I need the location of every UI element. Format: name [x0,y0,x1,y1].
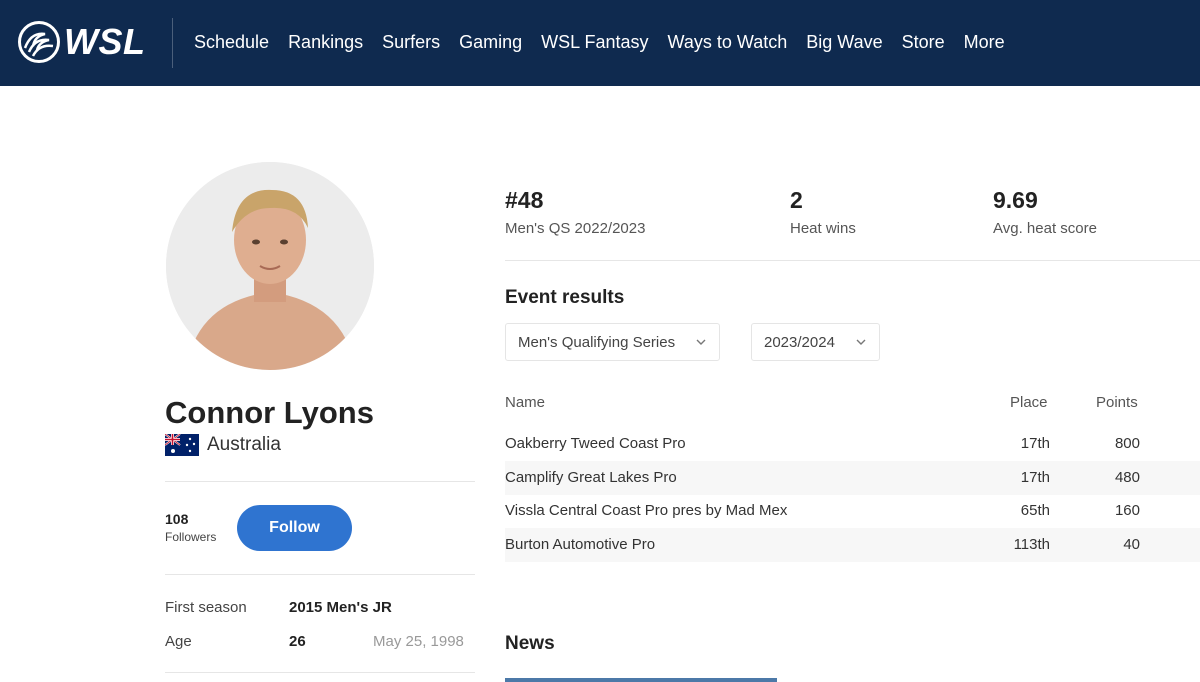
nav-item-more[interactable]: More [964,32,1005,53]
event-points: 800 [1114,435,1140,452]
season-select[interactable]: 2023/2024 [751,323,880,361]
news-thumbnail[interactable] [505,678,777,682]
birth-date: May 25, 1998 [373,633,464,650]
logo-text: WSL [64,21,146,62]
followers-count: 108 [165,511,189,527]
nav-item-store[interactable]: Store [902,32,945,53]
follow-button[interactable]: Follow [237,505,352,551]
table-row[interactable]: Burton Automotive Pro 113th 40 [505,528,1200,562]
stat-rank-label: Men's QS 2022/2023 [505,220,646,237]
age-value: 26 [289,633,306,650]
stat-avg-score-value: 9.69 [993,187,1038,213]
event-name: Vissla Central Coast Pro pres by Mad Mex [505,502,788,519]
table-row[interactable]: Oakberry Tweed Coast Pro 17th 800 [505,427,1200,461]
event-place: 65th [1020,502,1050,519]
stat-heat-wins-value: 2 [790,187,803,213]
stat-rank-value: #48 [505,187,544,213]
event-points: 160 [1114,502,1140,519]
australia-flag-icon [165,434,199,456]
profile-divider [165,672,475,673]
nav-item-big-wave[interactable]: Big Wave [806,32,882,53]
surfer-name: Connor Lyons [165,395,374,430]
event-points: 40 [1123,536,1140,553]
age-label: Age [165,633,192,650]
chevron-down-icon [696,339,706,345]
nav-item-gaming[interactable]: Gaming [459,32,522,53]
table-row[interactable]: Vissla Central Coast Pro pres by Mad Mex… [505,494,1200,528]
column-header-name: Name [505,394,546,411]
profile-divider [165,574,475,575]
country-name: Australia [207,434,281,455]
stat-heat-wins-label: Heat wins [790,220,856,237]
tour-select[interactable]: Men's Qualifying Series [505,323,720,361]
main-nav: Schedule Rankings Surfers Gaming WSL Fan… [194,32,1024,53]
surfer-avatar [166,162,374,370]
profile-divider [165,481,475,482]
event-name: Camplify Great Lakes Pro [505,469,677,486]
event-place: 17th [1020,469,1050,486]
column-header-points: Points [1096,394,1138,411]
nav-item-surfers[interactable]: Surfers [382,32,440,53]
wsl-wave-icon [18,21,60,63]
tour-select-value: Men's Qualifying Series [518,333,676,351]
event-place: 17th [1020,435,1050,452]
stats-divider [505,260,1200,261]
nav-item-ways-to-watch[interactable]: Ways to Watch [668,32,788,53]
event-points: 480 [1114,469,1140,486]
top-nav-bar: WSL Schedule Rankings Surfers Gaming WSL… [0,0,1200,86]
event-name: Burton Automotive Pro [505,536,656,553]
nav-divider [172,18,173,68]
chevron-down-icon [856,339,866,345]
event-name: Oakberry Tweed Coast Pro [505,435,686,452]
stat-avg-score-label: Avg. heat score [993,220,1097,237]
event-place: 113th [1013,536,1050,553]
first-season-label: First season [165,599,247,616]
news-title: News [505,633,555,654]
followers-label: Followers [165,530,217,544]
nav-item-schedule[interactable]: Schedule [194,32,269,53]
event-results-title: Event results [505,287,625,308]
nav-item-rankings[interactable]: Rankings [288,32,363,53]
first-season-value: 2015 Men's JR [289,599,392,616]
nav-item-wsl-fantasy[interactable]: WSL Fantasy [541,32,648,53]
wsl-logo[interactable]: WSL [18,20,145,64]
column-header-place: Place [1010,394,1048,411]
table-row[interactable]: Camplify Great Lakes Pro 17th 480 [505,461,1200,495]
surfer-country: Australia [165,434,281,456]
season-select-value: 2023/2024 [764,333,835,351]
